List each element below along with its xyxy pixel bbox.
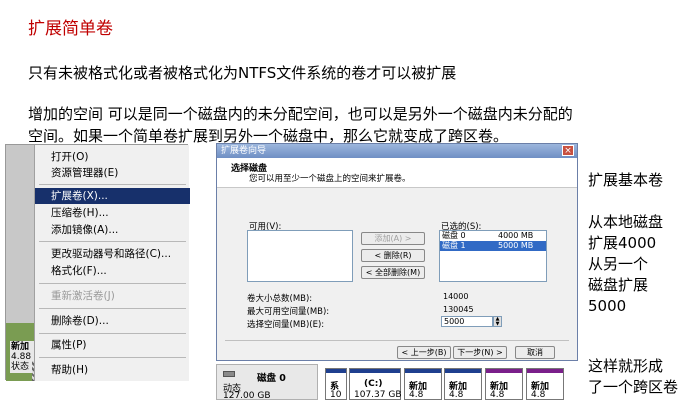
menu-item-add-mirror[interactable]: 添加镜像(A)... [35, 222, 190, 238]
menu-item-format[interactable]: 格式化(F)... [35, 263, 190, 279]
partition-size: 4.8 [531, 390, 546, 400]
partition-bar [486, 369, 522, 373]
context-menu: 打开(O) 资源管理器(E) 扩展卷(X)... 压缩卷(H)... 添加镜像(… [34, 145, 190, 381]
disk-label: 新加 4.88 状态 [10, 341, 34, 373]
disk0-name: 磁盘 0 [257, 373, 286, 384]
menu-separator [39, 333, 186, 334]
available-disks-list[interactable] [247, 230, 353, 282]
slide-text-line1: 只有未被格式化或者被格式化为NTFS文件系统的卷才可以被扩展 [28, 64, 457, 82]
partition-label: (C:) [364, 379, 383, 389]
disk-size: 5000 MB [498, 241, 534, 250]
menu-item-reactivate-volume: 重新激活卷(J) [51, 290, 115, 302]
menu-item-shrink-volume[interactable]: 压缩卷(H)... [35, 205, 190, 221]
partition-bar [445, 369, 481, 373]
menu-item-change-drive-letter[interactable]: 更改驱动器号和路径(C)... [35, 246, 190, 262]
partition-size: 107.37 GB [354, 390, 402, 400]
next-button[interactable]: 下一步(N) > [453, 346, 507, 359]
spin-arrows-icon[interactable]: ▲ ▼ [493, 316, 502, 327]
remove-button[interactable]: < 删除(R) [361, 249, 425, 262]
partition-size: 4.8 [490, 390, 505, 400]
menu-separator [39, 357, 186, 358]
max-space-label: 最大可用空间量(MB): [247, 307, 330, 317]
disk-label-line: 4.88 [11, 352, 32, 362]
menu-separator [39, 241, 186, 242]
menu-separator [39, 283, 186, 284]
partition-size: 10 [330, 390, 342, 400]
total-size-value: 14000 [443, 292, 469, 301]
partition[interactable]: 新加 4.8 [526, 368, 564, 400]
partition[interactable]: (C:) 107.37 GB [349, 368, 402, 400]
wizard-header: 选择磁盘 您可以用至少一个磁盘上的空间来扩展卷。 [217, 158, 577, 188]
disk0-info: 磁盘 0 动态 127.00 GB [216, 364, 318, 401]
partition-bar [405, 369, 441, 373]
menu-item-help[interactable]: 帮助(H) [35, 362, 190, 378]
list-item[interactable]: 磁盘 1 5000 MB [440, 241, 546, 251]
menu-separator [39, 308, 186, 309]
partition[interactable]: 新加 4.8 [485, 368, 523, 400]
menu-separator [39, 184, 186, 185]
disk-name: 磁盘 0 [442, 231, 466, 240]
extend-volume-wizard: 扩展卷向导 × 选择磁盘 您可以用至少一个磁盘上的空间来扩展卷。 可用(V): … [216, 143, 578, 361]
disk-label-line: 新加 [11, 342, 30, 352]
context-menu-screenshot: 新加 4.88 状态 打开(O) 资源管理器(E) 扩展卷(X)... 压缩卷(… [5, 144, 190, 381]
disk-size: 4000 MB [498, 231, 534, 240]
side-note-line: 磁盘扩展 [588, 276, 649, 294]
side-note-line: 了一个跨区卷 [588, 378, 679, 396]
disk-icon [223, 371, 235, 377]
wizard-title: 扩展卷向导 [221, 146, 267, 156]
slide-title: 扩展简单卷 [28, 19, 113, 39]
partition[interactable]: 系 10 [325, 368, 347, 400]
back-button[interactable]: < 上一步(B) [397, 346, 451, 359]
partition-bar [326, 369, 346, 373]
side-note-line: 从本地磁盘 [588, 213, 664, 231]
add-button[interactable]: 添加(A) > [361, 232, 425, 245]
total-size-label: 卷大小总数(MB): [247, 294, 313, 304]
side-note-spanned: 这样就形成 了一个跨区卷 [588, 356, 678, 398]
disk-name: 磁盘 1 [442, 241, 466, 250]
selected-disks-list[interactable]: 磁盘 0 4000 MB 磁盘 1 5000 MB [439, 230, 547, 282]
menu-item-open[interactable]: 打开(O) [35, 149, 190, 165]
wizard-separator [225, 340, 569, 341]
partition-bar [350, 369, 400, 373]
wizard-header-subtitle: 您可以用至少一个磁盘上的空间来扩展卷。 [249, 174, 411, 184]
disk-label-line: 状态 [11, 362, 30, 372]
side-note-basic: 扩展基本卷 [588, 171, 664, 189]
side-note-line: 5000 [588, 297, 627, 315]
partition[interactable]: 新加 4.8 [404, 368, 442, 400]
partition-size: 4.8 [409, 390, 424, 400]
wizard-title-bar: 扩展卷向导 × [217, 144, 577, 158]
slide-text-line2: 增加的空间 可以是同一个磁盘内的未分配空间，也可以是另外一个磁盘内未分配的 [28, 105, 573, 123]
close-icon[interactable]: × [562, 145, 574, 156]
side-note-extend: 从本地磁盘 扩展4000 从另一个 磁盘扩展 5000 [588, 212, 663, 317]
select-space-input[interactable]: 5000 [441, 316, 493, 327]
list-item[interactable]: 磁盘 0 4000 MB [440, 231, 546, 241]
cancel-button[interactable]: 取消 [515, 346, 555, 359]
menu-item-delete-volume[interactable]: 删除卷(D)... [35, 313, 190, 329]
side-note-line: 扩展4000 [588, 234, 657, 252]
side-note-line: 从另一个 [588, 255, 649, 273]
menu-item-extend-volume[interactable]: 扩展卷(X)... [35, 188, 190, 204]
select-space-label: 选择空间量(MB)(E): [247, 320, 325, 330]
max-space-value: 130045 [443, 305, 474, 314]
remove-all-button[interactable]: < 全部删除(M) [361, 266, 425, 279]
menu-item-properties[interactable]: 属性(P) [35, 337, 190, 353]
partition-bar [527, 369, 563, 373]
side-note-line: 这样就形成 [588, 357, 664, 375]
menu-item-explorer[interactable]: 资源管理器(E) [35, 165, 190, 181]
partition[interactable]: 新加 4.8 [444, 368, 482, 400]
partition-size: 4.8 [449, 390, 464, 400]
